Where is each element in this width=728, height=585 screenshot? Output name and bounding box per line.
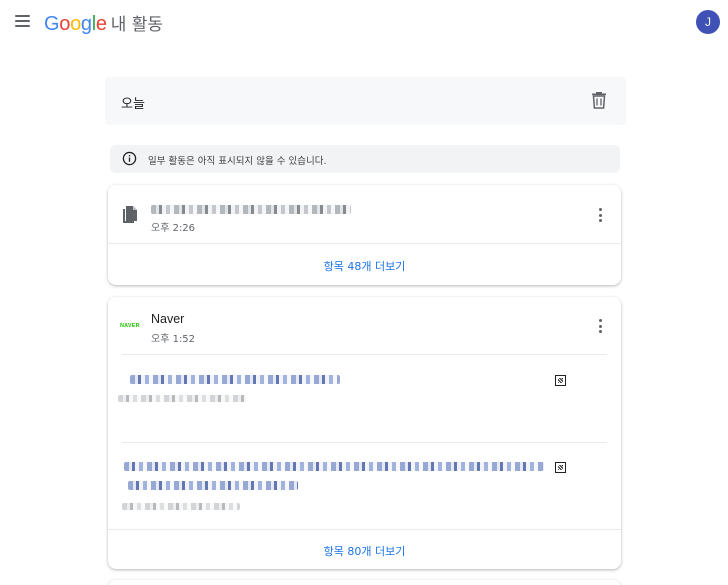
activity-card-document: 오후 2:26 항목 48개 더보기 — [108, 185, 621, 285]
google-logo-letter: o — [59, 13, 71, 35]
card-divider — [108, 529, 621, 530]
naver-logo: NAVER — [120, 323, 140, 329]
card-divider — [108, 243, 621, 244]
day-title: 오늘 — [121, 97, 145, 112]
redacted-item-subtitle — [122, 503, 240, 510]
activity-card-naver: NAVER Naver 오후 1:52 항목 80개 더보기 — [108, 297, 621, 569]
hamburger-menu-icon[interactable] — [15, 15, 30, 27]
item-divider — [122, 442, 607, 443]
info-banner-text: 일부 활동은 아직 표시되지 않을 수 있습니다. — [148, 156, 327, 167]
google-logo-letter: g — [80, 13, 92, 35]
top-app-bar: Google 내 활동 J — [0, 0, 728, 46]
account-avatar[interactable]: J — [696, 10, 720, 34]
more-options-icon[interactable] — [599, 319, 603, 333]
site-name[interactable]: Naver — [151, 312, 184, 326]
show-more-link[interactable]: 항목 80개 더보기 — [108, 543, 621, 559]
show-more-link[interactable]: 항목 48개 더보기 — [108, 258, 621, 274]
day-header: 오늘 — [105, 77, 626, 125]
trash-icon[interactable] — [591, 91, 607, 109]
product-name: 내 활동 — [110, 15, 164, 35]
thumbnail-placeholder-icon — [555, 462, 566, 473]
redacted-item-subtitle — [118, 395, 246, 402]
document-icon — [123, 206, 137, 223]
google-logo-letter: o — [70, 13, 81, 35]
card-divider — [122, 354, 607, 355]
google-logo-letter: e — [95, 13, 107, 35]
info-banner: 일부 활동은 아직 표시되지 않을 수 있습니다. — [110, 145, 620, 173]
info-icon — [122, 151, 137, 166]
more-options-icon[interactable] — [599, 208, 603, 222]
activity-time: 오후 2:26 — [151, 223, 196, 234]
activity-card-partial — [108, 580, 621, 585]
google-logo-letter: G — [44, 13, 60, 35]
redacted-item-title-line2[interactable] — [128, 481, 298, 490]
activity-time: 오후 1:52 — [151, 334, 196, 345]
redacted-item-title[interactable] — [130, 375, 340, 384]
thumbnail-placeholder-icon — [555, 375, 566, 386]
google-logo: Google — [44, 13, 107, 36]
brand[interactable]: Google 내 활동 — [44, 10, 163, 36]
redacted-title[interactable] — [151, 205, 351, 214]
redacted-item-title[interactable] — [124, 462, 544, 471]
